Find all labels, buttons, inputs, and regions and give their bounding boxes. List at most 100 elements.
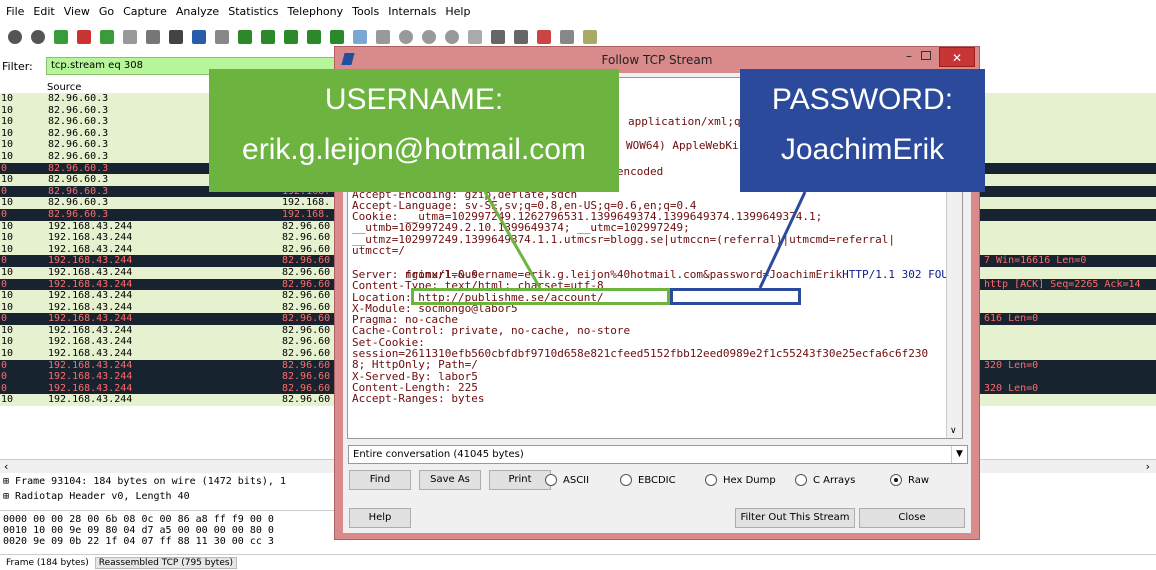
radio-hex-dump[interactable]: Hex Dump: [705, 472, 776, 488]
help-button[interactable]: Help: [349, 508, 411, 528]
tab-frame[interactable]: Frame (184 bytes): [3, 558, 92, 568]
dialog-titlebar: Follow TCP Stream – ✕: [335, 47, 979, 71]
menu-bar: File Edit View Go Capture Analyze Statistics Te…: [0, 0, 1156, 22]
open-file-icon[interactable]: [123, 30, 137, 44]
go-to-packet-icon[interactable]: [284, 30, 298, 44]
hex-line: 0000 00 00 28 00 6b 08 0c 00 86 a8 ff f9…: [3, 514, 274, 525]
menu-item-statistics[interactable]: Statistics: [228, 5, 278, 18]
radiotap-detail-row[interactable]: ⊞ Radiotap Header v0, Length 40: [0, 489, 340, 504]
packet-dst: 82.96.60: [282, 313, 331, 325]
stream-line: Cache-Control: private, no-cache, no-sto…: [352, 324, 631, 338]
menu-item-analyze[interactable]: Analyze: [176, 5, 219, 18]
radio-circle[interactable]: [795, 474, 807, 486]
chevron-down-icon[interactable]: ▼: [951, 446, 967, 463]
find-button[interactable]: Find: [349, 470, 411, 490]
go-back-icon[interactable]: [238, 30, 252, 44]
scroll-left-icon[interactable]: ‹: [4, 460, 8, 473]
source-column-header[interactable]: Source: [47, 82, 81, 93]
radio-c-arrays[interactable]: C Arrays: [795, 472, 855, 488]
packet-src: 192.168.43.244: [48, 278, 133, 290]
menu-item-help[interactable]: Help: [445, 5, 470, 18]
save-as-button[interactable]: Save As: [419, 470, 481, 490]
radio-ebcdic[interactable]: EBCDIC: [620, 472, 676, 488]
packet-src: 82.96.60.3: [48, 150, 109, 162]
radio-circle[interactable]: [890, 474, 902, 486]
packet-src: 192.168.43.244: [48, 324, 133, 336]
packet-no: 10: [1, 116, 14, 128]
radio-circle[interactable]: [620, 474, 632, 486]
menu-item-tools[interactable]: Tools: [352, 5, 379, 18]
packet-src: 82.96.60.3: [48, 162, 109, 174]
restart-capture-icon[interactable]: [100, 30, 114, 44]
packet-no: 10: [1, 127, 14, 139]
packet-info: 320 Len=0: [984, 382, 1039, 394]
packet-no: 10: [1, 290, 14, 302]
radio-circle[interactable]: [705, 474, 717, 486]
radio-ascii[interactable]: ASCII: [545, 472, 589, 488]
menu-item-telephony[interactable]: Telephony: [288, 5, 344, 18]
frame-detail-row[interactable]: ⊞ Frame 93104: 184 bytes on wire (1472 b…: [0, 474, 340, 489]
password-highlight: [670, 288, 801, 305]
zoom-in-icon[interactable]: [399, 30, 413, 44]
packet-dst: 82.96.60: [282, 301, 331, 313]
menu-item-go[interactable]: Go: [99, 5, 114, 18]
reload-icon[interactable]: [192, 30, 206, 44]
close-window-icon[interactable]: ✕: [939, 47, 975, 67]
packet-src: 82.96.60.3: [48, 185, 109, 197]
radio-circle[interactable]: [545, 474, 557, 486]
packet-dst: 82.96.60: [282, 348, 331, 360]
packet-info: 320 Len=0: [984, 359, 1039, 371]
autoscroll-icon[interactable]: [376, 30, 390, 44]
stop-capture-icon[interactable]: [77, 30, 91, 44]
minimize-icon[interactable]: –: [901, 49, 917, 65]
packet-dst: 82.96.60: [282, 278, 331, 290]
stream-line: 8; HttpOnly; Path=/: [352, 358, 478, 372]
interfaces-icon[interactable]: [8, 30, 22, 44]
start-capture-icon[interactable]: [54, 30, 68, 44]
zoom-normal-icon[interactable]: [445, 30, 459, 44]
tab-reassembled-tcp[interactable]: Reassembled TCP (795 bytes): [94, 556, 238, 569]
password-value: JoachimErik: [780, 133, 945, 166]
capture-filters-icon[interactable]: [491, 30, 505, 44]
save-file-icon[interactable]: [146, 30, 160, 44]
options-icon[interactable]: [31, 30, 45, 44]
menu-item-view[interactable]: View: [64, 5, 90, 18]
packet-no: 10: [1, 150, 14, 162]
menu-item-capture[interactable]: Capture: [123, 5, 167, 18]
menu-item-file[interactable]: File: [6, 5, 24, 18]
packet-src: 82.96.60.3: [48, 116, 109, 128]
scroll-down-icon[interactable]: ∨: [950, 426, 957, 436]
menu-item-internals[interactable]: Internals: [388, 5, 436, 18]
packet-src: 82.96.60.3: [48, 197, 109, 209]
packet-info: 7 Win=16616 Len=0: [984, 255, 1087, 267]
packet-dst: 82.96.60: [282, 336, 331, 348]
radio-raw[interactable]: Raw: [890, 472, 929, 488]
packet-src: 192.168.43.244: [48, 232, 133, 244]
conversation-select[interactable]: Entire conversation (41045 bytes) ▼: [348, 445, 968, 464]
coloring-rules-icon[interactable]: [537, 30, 551, 44]
byte-tabs: Frame (184 bytes) Reassembled TCP (795 b…: [0, 554, 1156, 570]
go-forward-icon[interactable]: [261, 30, 275, 44]
colorize-icon[interactable]: [353, 30, 367, 44]
scroll-right-icon[interactable]: ›: [1146, 460, 1150, 473]
packet-src: 192.168.43.244: [48, 243, 133, 255]
preferences-icon[interactable]: [560, 30, 574, 44]
last-packet-icon[interactable]: [330, 30, 344, 44]
zoom-out-icon[interactable]: [422, 30, 436, 44]
packet-no: 0: [1, 162, 8, 174]
filter-out-stream-button[interactable]: Filter Out This Stream: [735, 508, 855, 528]
close-button[interactable]: Close: [859, 508, 965, 528]
close-file-icon[interactable]: [169, 30, 183, 44]
packet-no: 0: [1, 208, 8, 220]
help-icon[interactable]: [583, 30, 597, 44]
find-packet-icon[interactable]: [215, 30, 229, 44]
packet-no: 0: [1, 382, 8, 394]
packet-src: 192.168.43.244: [48, 313, 133, 325]
resize-columns-icon[interactable]: [468, 30, 482, 44]
display-filters-icon[interactable]: [514, 30, 528, 44]
packet-no: 10: [1, 301, 14, 313]
first-packet-icon[interactable]: [307, 30, 321, 44]
maximize-icon[interactable]: [921, 51, 931, 60]
print-button[interactable]: Print: [489, 470, 551, 490]
menu-item-edit[interactable]: Edit: [33, 5, 54, 18]
